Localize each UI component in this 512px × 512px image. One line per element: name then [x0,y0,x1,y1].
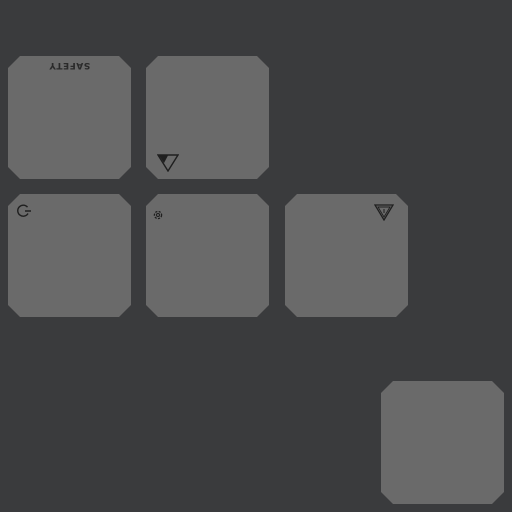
refresh-tile[interactable] [8,194,131,317]
empty-tile[interactable] [381,381,504,504]
hazard-triangle-icon [374,204,394,221]
hazard-tile[interactable] [285,194,408,317]
settings-tile[interactable] [146,194,269,317]
warning-tile[interactable] [146,56,269,179]
safety-label: SAFETY [48,60,91,70]
refresh-circle-icon [16,204,32,218]
safety-tile[interactable]: SAFETY [8,56,131,179]
gear-icon [152,209,164,221]
warning-triangle-down-icon [157,154,179,172]
